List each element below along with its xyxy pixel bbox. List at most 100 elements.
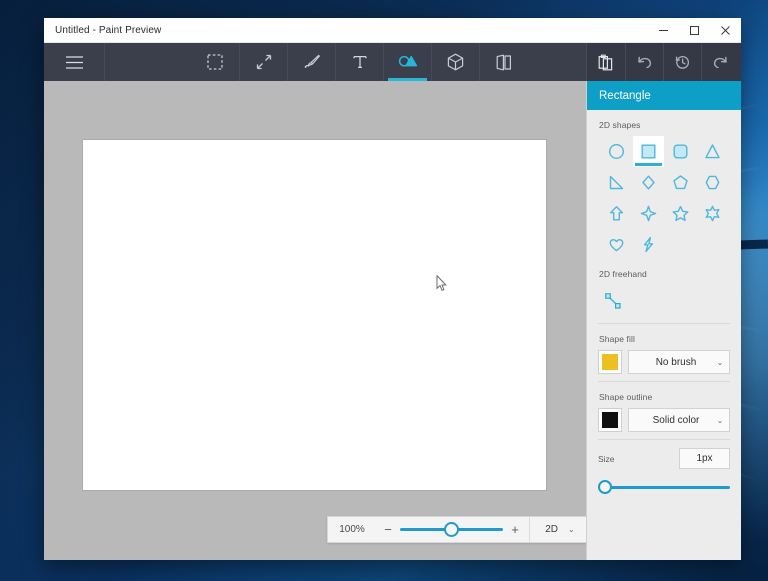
zoom-slider-thumb[interactable] [444,522,459,537]
canvas-area[interactable]: 100% − + 2D ⌄ [44,81,586,560]
zoom-in-button[interactable]: + [503,523,527,536]
zoom-divider [529,517,530,543]
history-clock-icon [674,54,691,70]
fill-color-chip [602,354,618,370]
canvas-tool[interactable] [479,43,527,81]
2d-shapes-tool[interactable] [383,43,431,81]
panel-body: 2D shapes [587,110,741,560]
size-slider-track [598,486,730,489]
minimize-button[interactable] [648,18,679,43]
3d-shapes-tool[interactable] [431,43,479,81]
shape-diamond[interactable] [633,167,664,198]
select-tool[interactable] [191,43,239,81]
chevron-down-icon: ⌄ [711,358,729,367]
title-bar[interactable]: Untitled - Paint Preview [44,18,741,43]
main-toolbar [44,43,741,81]
shape-four-point-star[interactable] [633,198,664,229]
shape-outline-value: Solid color [629,415,711,426]
shape-lightning[interactable] [633,229,664,260]
2d-freehand-section-label: 2D freehand [587,260,741,285]
arrow-up-icon [608,205,625,222]
shape-pentagon[interactable] [665,167,696,198]
shape-fill-dropdown[interactable]: No brush ⌄ [628,350,730,374]
shape-fill-value: No brush [629,357,711,368]
curve-node-icon [604,292,622,310]
zoom-slider[interactable] [400,520,503,540]
chevron-down-icon: ⌄ [568,525,575,534]
zoom-out-button[interactable]: − [376,523,400,536]
shape-outline-color-swatch[interactable] [598,408,622,432]
history-button[interactable] [663,43,701,81]
size-slider-thumb[interactable] [598,480,612,494]
shape-fill-row: No brush ⌄ [587,350,741,374]
2d-shapes-grid [587,136,741,260]
panel-header: Rectangle [587,81,741,110]
shape-fill-label: Shape fill [587,324,741,350]
menu-button[interactable] [44,43,105,81]
size-label: Size [598,454,615,464]
view-mode-label: 2D [545,524,558,535]
pentagon-icon [672,174,689,191]
cube-icon [447,53,464,71]
clipboard-button[interactable] [587,43,625,81]
shape-circle[interactable] [601,136,632,167]
shape-outline-dropdown[interactable]: Solid color ⌄ [628,408,730,432]
panel-divider [598,439,730,440]
heart-icon [608,236,625,253]
zoom-bar: 100% − + 2D ⌄ [327,516,586,543]
shape-square[interactable] [633,136,664,167]
shape-triangle[interactable] [697,136,728,167]
triangle-icon [704,143,721,160]
paintbrush-icon [303,53,321,71]
view-mode-dropdown[interactable]: 2D ⌄ [532,524,586,535]
drawing-canvas[interactable] [83,140,546,490]
curve-freehand-tool[interactable] [599,288,627,314]
shape-outline-label: Shape outline [587,382,741,408]
redo-icon [712,55,729,70]
selection-rectangle-icon [207,54,223,70]
panel-title: Rectangle [599,90,651,102]
rounded-square-icon [672,143,689,160]
maximize-button[interactable] [679,18,710,43]
size-slider[interactable] [598,479,730,495]
shape-rounded-square[interactable] [665,136,696,167]
clipboard-icon [598,54,614,71]
crop-tool[interactable] [239,43,287,81]
zoom-percent-label: 100% [328,524,376,535]
shape-five-point-star[interactable] [665,198,696,229]
circle-icon [608,143,625,160]
size-value: 1px [696,453,712,464]
window-controls [648,18,741,42]
resize-arrows-icon [256,54,272,70]
brushes-tool[interactable] [287,43,335,81]
text-icon [352,54,368,70]
close-button[interactable] [710,18,741,43]
four-point-star-icon [640,205,657,222]
shape-heart[interactable] [601,229,632,260]
hamburger-icon [66,56,83,69]
shapes-icon [398,54,418,70]
shape-hexagon[interactable] [697,167,728,198]
undo-button[interactable] [625,43,663,81]
window-title: Untitled - Paint Preview [44,18,648,42]
text-tool[interactable] [335,43,383,81]
lightning-icon [640,236,657,253]
shape-arrow-up[interactable] [601,198,632,229]
tool-group [105,43,586,81]
hexagon-icon [704,174,721,191]
size-value-field[interactable]: 1px [679,448,730,469]
five-point-star-icon [672,205,689,222]
redo-button[interactable] [701,43,739,81]
2d-freehand-row [587,285,741,316]
shape-fill-color-swatch[interactable] [598,350,622,374]
right-triangle-icon [608,174,625,191]
undo-icon [636,55,653,70]
outline-color-chip [602,412,618,428]
size-row: Size 1px [587,448,741,469]
shape-six-point-star[interactable] [697,198,728,229]
shapes-panel: Rectangle 2D shapes [586,81,741,560]
shape-right-triangle[interactable] [601,167,632,198]
2d-shapes-section-label: 2D shapes [587,110,741,136]
shape-outline-row: Solid color ⌄ [587,408,741,432]
paint-preview-window: Untitled - Paint Preview [44,18,741,560]
